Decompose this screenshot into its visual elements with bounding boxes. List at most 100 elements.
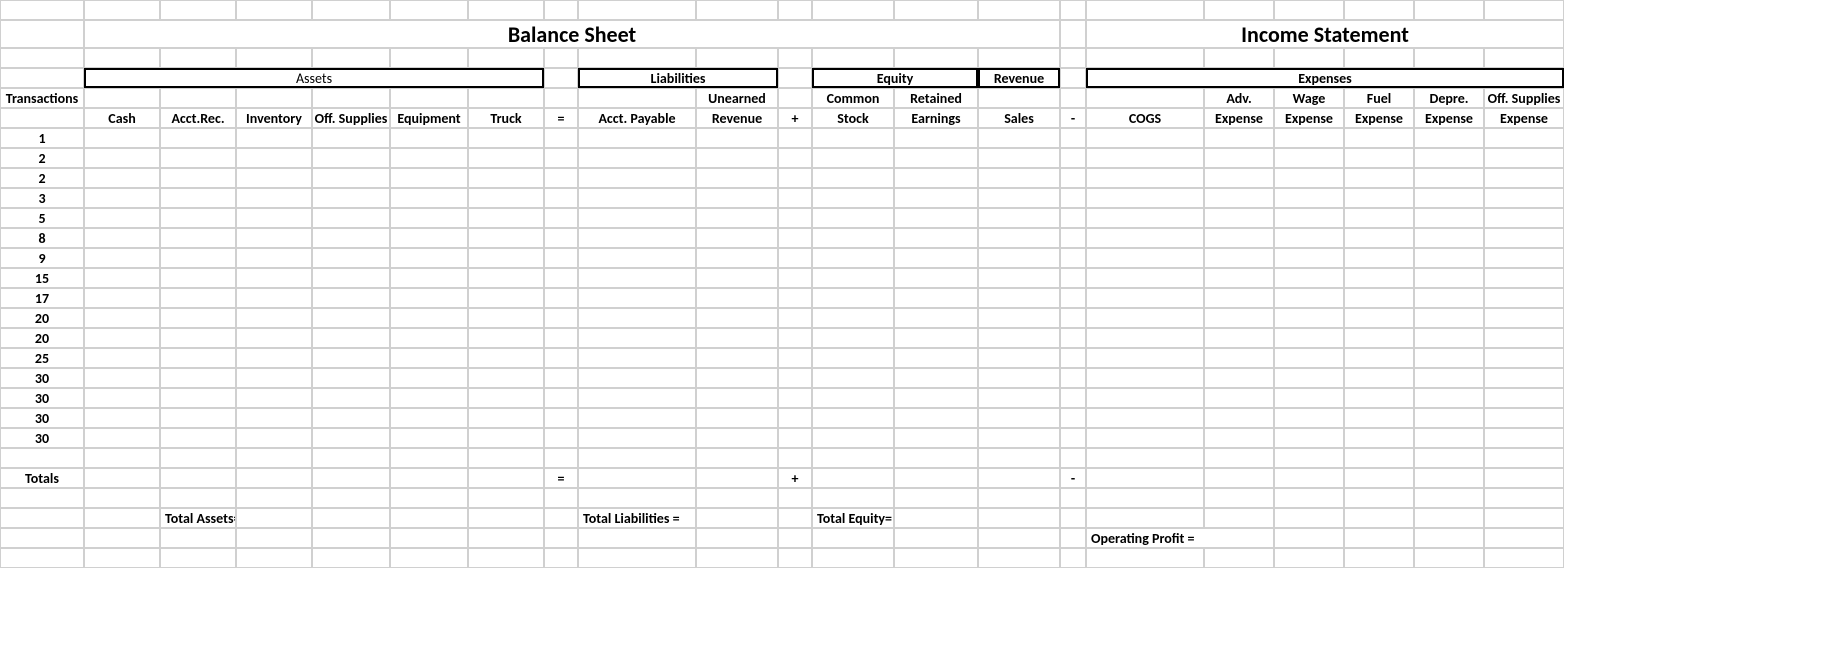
grid-cell[interactable]	[1484, 0, 1564, 20]
grid-cell[interactable]	[84, 228, 160, 248]
grid-cell[interactable]	[812, 408, 894, 428]
grid-cell[interactable]	[578, 88, 696, 108]
grid-cell[interactable]	[1414, 548, 1484, 568]
grid-cell[interactable]	[1086, 208, 1204, 228]
grid-cell[interactable]	[390, 488, 468, 508]
grid-cell[interactable]	[894, 248, 978, 268]
grid-cell[interactable]	[468, 288, 544, 308]
grid-cell[interactable]	[1414, 0, 1484, 20]
grid-cell[interactable]	[696, 388, 778, 408]
grid-cell[interactable]	[390, 188, 468, 208]
grid-cell[interactable]	[1060, 348, 1086, 368]
grid-cell[interactable]	[1274, 328, 1344, 348]
grid-cell[interactable]	[1204, 428, 1274, 448]
grid-cell[interactable]	[84, 348, 160, 368]
grid-cell[interactable]	[1204, 408, 1274, 428]
grid-cell[interactable]	[812, 548, 894, 568]
grid-cell[interactable]	[578, 248, 696, 268]
grid-cell[interactable]	[160, 148, 236, 168]
grid-cell[interactable]	[894, 308, 978, 328]
grid-cell[interactable]	[1274, 368, 1344, 388]
grid-cell[interactable]	[1274, 528, 1344, 548]
grid-cell[interactable]	[1060, 448, 1086, 468]
grid-cell[interactable]	[84, 428, 160, 448]
grid-cell[interactable]	[1274, 468, 1344, 488]
grid-cell[interactable]	[160, 48, 236, 68]
grid-cell[interactable]	[778, 168, 812, 188]
grid-cell[interactable]	[1086, 468, 1204, 488]
grid-cell[interactable]	[312, 448, 390, 468]
grid-cell[interactable]	[236, 388, 312, 408]
grid-cell[interactable]	[1086, 388, 1204, 408]
grid-cell[interactable]	[468, 208, 544, 228]
grid-cell[interactable]	[778, 388, 812, 408]
grid-cell[interactable]	[312, 128, 390, 148]
grid-cell[interactable]	[236, 548, 312, 568]
grid-cell[interactable]	[978, 88, 1060, 108]
grid-cell[interactable]	[390, 388, 468, 408]
grid-cell[interactable]	[236, 0, 312, 20]
grid-cell[interactable]	[236, 48, 312, 68]
grid-cell[interactable]	[544, 508, 578, 528]
grid-cell[interactable]	[1274, 308, 1344, 328]
grid-cell[interactable]	[312, 288, 390, 308]
grid-cell[interactable]	[390, 348, 468, 368]
grid-cell[interactable]	[1086, 408, 1204, 428]
grid-cell[interactable]	[390, 328, 468, 348]
grid-cell[interactable]	[160, 488, 236, 508]
grid-cell[interactable]	[1484, 128, 1564, 148]
grid-cell[interactable]	[544, 268, 578, 288]
grid-cell[interactable]	[894, 488, 978, 508]
grid-cell[interactable]	[812, 128, 894, 148]
grid-cell[interactable]	[468, 48, 544, 68]
grid-cell[interactable]	[84, 368, 160, 388]
grid-cell[interactable]	[84, 288, 160, 308]
grid-cell[interactable]	[544, 548, 578, 568]
grid-cell[interactable]	[812, 388, 894, 408]
grid-cell[interactable]	[1204, 148, 1274, 168]
grid-cell[interactable]	[544, 428, 578, 448]
grid-cell[interactable]	[1086, 168, 1204, 188]
grid-cell[interactable]	[778, 48, 812, 68]
grid-cell[interactable]	[1060, 248, 1086, 268]
grid-cell[interactable]	[1344, 408, 1414, 428]
grid-cell[interactable]	[1060, 168, 1086, 188]
grid-cell[interactable]	[778, 428, 812, 448]
grid-cell[interactable]	[0, 68, 84, 88]
grid-cell[interactable]	[578, 228, 696, 248]
grid-cell[interactable]	[390, 468, 468, 488]
grid-cell[interactable]	[84, 0, 160, 20]
grid-cell[interactable]	[468, 528, 544, 548]
grid-cell[interactable]	[1484, 328, 1564, 348]
grid-cell[interactable]	[778, 348, 812, 368]
grid-cell[interactable]	[578, 308, 696, 328]
grid-cell[interactable]	[1204, 368, 1274, 388]
grid-cell[interactable]	[1414, 468, 1484, 488]
grid-cell[interactable]	[1414, 268, 1484, 288]
grid-cell[interactable]	[84, 48, 160, 68]
grid-cell[interactable]	[1484, 528, 1564, 548]
grid-cell[interactable]	[1274, 428, 1344, 448]
grid-cell[interactable]	[390, 268, 468, 288]
grid-cell[interactable]	[894, 0, 978, 20]
grid-cell[interactable]	[160, 248, 236, 268]
grid-cell[interactable]	[812, 48, 894, 68]
grid-cell[interactable]	[390, 528, 468, 548]
grid-cell[interactable]	[160, 0, 236, 20]
grid-cell[interactable]	[778, 128, 812, 148]
grid-cell[interactable]	[84, 268, 160, 288]
grid-cell[interactable]	[978, 228, 1060, 248]
grid-cell[interactable]	[1086, 548, 1204, 568]
grid-cell[interactable]	[236, 408, 312, 428]
grid-cell[interactable]	[696, 548, 778, 568]
grid-cell[interactable]	[1060, 68, 1086, 88]
grid-cell[interactable]	[1414, 188, 1484, 208]
grid-cell[interactable]	[312, 48, 390, 68]
grid-cell[interactable]	[84, 528, 160, 548]
grid-cell[interactable]	[1414, 308, 1484, 328]
grid-cell[interactable]	[1344, 268, 1414, 288]
grid-cell[interactable]	[84, 208, 160, 228]
grid-cell[interactable]	[1274, 408, 1344, 428]
grid-cell[interactable]	[236, 528, 312, 548]
grid-cell[interactable]	[390, 168, 468, 188]
